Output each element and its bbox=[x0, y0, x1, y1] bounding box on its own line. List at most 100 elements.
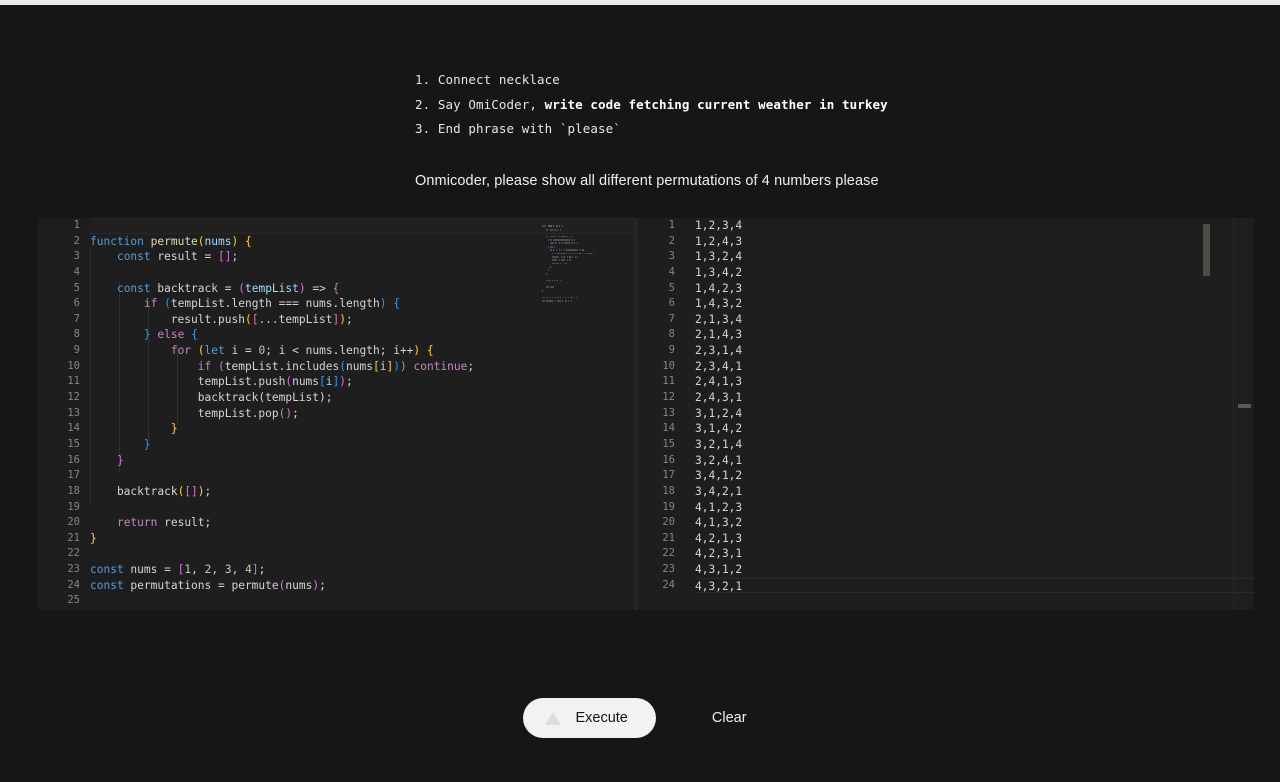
instruction-number: 1. bbox=[415, 72, 438, 87]
code-token: nums bbox=[346, 359, 373, 373]
output-line-number: 3 bbox=[668, 250, 675, 263]
output-row[interactable]: 4,2,3,1 bbox=[695, 546, 1254, 562]
line-number: 23 bbox=[67, 563, 80, 576]
output-row[interactable]: 3,1,2,4 bbox=[695, 406, 1254, 422]
code-token: ( bbox=[164, 297, 171, 311]
line-number: 17 bbox=[67, 469, 80, 482]
instruction-item-1: 1. Connect necklace bbox=[415, 68, 935, 93]
code-line[interactable]: } bbox=[90, 421, 634, 437]
output-line-number: 13 bbox=[662, 406, 675, 419]
minimap-row bbox=[542, 276, 600, 279]
code-line[interactable]: } bbox=[90, 437, 634, 453]
minimap-row bbox=[542, 289, 600, 293]
instruction-number: 2. bbox=[415, 96, 438, 112]
output-edge-line-secondary bbox=[1236, 218, 1237, 610]
code-token: ( bbox=[197, 344, 205, 358]
output-row[interactable]: 4,3,2,1 bbox=[695, 577, 1254, 594]
code-line[interactable]: tempList.push(nums[i]); bbox=[90, 374, 634, 390]
code-token: backtrack bbox=[90, 391, 259, 405]
line-number: 4 bbox=[73, 265, 80, 278]
code-token: , bbox=[191, 563, 205, 577]
code-token: ( bbox=[197, 234, 205, 248]
output-lines[interactable]: 1,2,3,4 1,2,4,3 1,3,2,4 1,3,4,2 1,4,2,3 1,4,3… bbox=[695, 218, 1254, 610]
output-row[interactable]: 1,3,2,4 bbox=[695, 249, 1254, 265]
output-line-number: 11 bbox=[662, 375, 675, 388]
output-row[interactable]: 4,1,3,2 bbox=[695, 515, 1254, 531]
output-row[interactable]: 3,1,4,2 bbox=[695, 421, 1254, 437]
output-row[interactable]: 2,1,4,3 bbox=[695, 327, 1254, 343]
code-token: i bbox=[224, 344, 245, 358]
code-token: return bbox=[116, 516, 158, 530]
code-line[interactable] bbox=[90, 468, 634, 484]
output-row[interactable]: 1,4,2,3 bbox=[695, 281, 1254, 297]
code-minimap[interactable] bbox=[542, 222, 600, 332]
code-line[interactable]: tempList.pop(); bbox=[90, 406, 634, 422]
code-line[interactable]: for (let i = 0; i < nums.length; i++) { bbox=[90, 343, 634, 359]
code-token: ) bbox=[319, 391, 326, 405]
code-token: [] bbox=[184, 484, 198, 498]
output-row[interactable]: 1,2,3,4 bbox=[695, 218, 1254, 234]
code-line[interactable]: return result; bbox=[90, 515, 634, 531]
minimap-row bbox=[542, 269, 600, 272]
code-line[interactable]: backtrack(tempList); bbox=[90, 390, 634, 406]
line-number: 20 bbox=[67, 516, 80, 529]
clear-button[interactable]: Clear bbox=[702, 702, 757, 734]
code-token: nums bbox=[285, 578, 313, 592]
editor-shell: 1 2 3 4 5 6 7 8 9 10 11 12 13 14 15 16 17 18 19 20 21 22 23 24 2… bbox=[38, 218, 1254, 610]
code-line[interactable]: } bbox=[90, 531, 634, 547]
minimap-row bbox=[542, 262, 600, 266]
code-line[interactable]: const permutations = permute(nums); bbox=[90, 578, 634, 594]
output-row[interactable]: 1,4,3,2 bbox=[695, 296, 1254, 312]
code-token: backtrack bbox=[90, 484, 178, 498]
line-number: 18 bbox=[67, 484, 80, 497]
output-pane[interactable]: 1 2 3 4 5 6 7 8 9 10 11 12 13 14 15 16 17 18 19 20 21 22 23 24 … bbox=[637, 218, 1254, 610]
panel-resize-handle[interactable] bbox=[1238, 404, 1251, 408]
browser-chrome-strip bbox=[0, 0, 1280, 5]
code-line[interactable] bbox=[90, 500, 634, 516]
code-token: ; bbox=[231, 250, 239, 264]
line-number: 16 bbox=[67, 453, 80, 466]
output-row[interactable]: 2,4,3,1 bbox=[695, 390, 1254, 406]
code-line[interactable]: const nums = [1, 2, 3, 4]; bbox=[90, 562, 634, 578]
execute-button[interactable]: Execute bbox=[523, 698, 656, 738]
output-row[interactable]: 3,2,1,4 bbox=[695, 437, 1254, 453]
output-row[interactable]: 2,3,4,1 bbox=[695, 359, 1254, 375]
code-token: else bbox=[157, 328, 185, 342]
code-line[interactable]: } bbox=[90, 453, 634, 469]
code-token: [ bbox=[372, 359, 380, 373]
instruction-number: 3. bbox=[415, 121, 438, 136]
output-row[interactable]: 3,2,4,1 bbox=[695, 453, 1254, 469]
execute-button-label: Execute bbox=[575, 710, 628, 726]
output-row[interactable]: 4,1,2,3 bbox=[695, 500, 1254, 516]
output-row[interactable]: 3,4,2,1 bbox=[695, 484, 1254, 500]
output-row[interactable]: 2,1,3,4 bbox=[695, 312, 1254, 328]
output-row[interactable]: 3,4,1,2 bbox=[695, 468, 1254, 484]
minimap-row bbox=[542, 245, 600, 249]
code-token: { bbox=[245, 234, 252, 248]
output-row[interactable]: 2,4,1,3 bbox=[695, 374, 1254, 390]
output-row[interactable]: 1,2,4,3 bbox=[695, 234, 1254, 250]
code-token: const bbox=[116, 281, 151, 295]
output-row[interactable]: 1,3,4,2 bbox=[695, 265, 1254, 281]
code-line[interactable] bbox=[90, 546, 634, 562]
instruction-text: End phrase with `please` bbox=[437, 121, 621, 136]
code-editor-pane[interactable]: 1 2 3 4 5 6 7 8 9 10 11 12 13 14 15 16 17 18 19 20 21 22 23 24 2… bbox=[38, 218, 634, 610]
code-line[interactable]: backtrack([]); bbox=[90, 484, 634, 500]
output-scrollbar-thumb[interactable] bbox=[1203, 224, 1210, 276]
output-line-number: 20 bbox=[662, 516, 675, 529]
output-line-number: 15 bbox=[662, 437, 675, 450]
minimap-row bbox=[542, 279, 600, 283]
output-row[interactable]: 4,2,1,3 bbox=[695, 531, 1254, 547]
code-token: const bbox=[90, 563, 124, 577]
output-row[interactable]: 2,3,1,4 bbox=[695, 343, 1254, 359]
code-token: } bbox=[90, 531, 97, 545]
minimap-row bbox=[542, 249, 600, 252]
code-token: permute bbox=[150, 234, 198, 248]
code-token: let bbox=[204, 344, 225, 358]
code-line[interactable] bbox=[90, 593, 634, 609]
code-line[interactable]: if (tempList.includes(nums[i])) continue… bbox=[90, 359, 634, 375]
output-row[interactable]: 4,3,1,2 bbox=[695, 562, 1254, 578]
